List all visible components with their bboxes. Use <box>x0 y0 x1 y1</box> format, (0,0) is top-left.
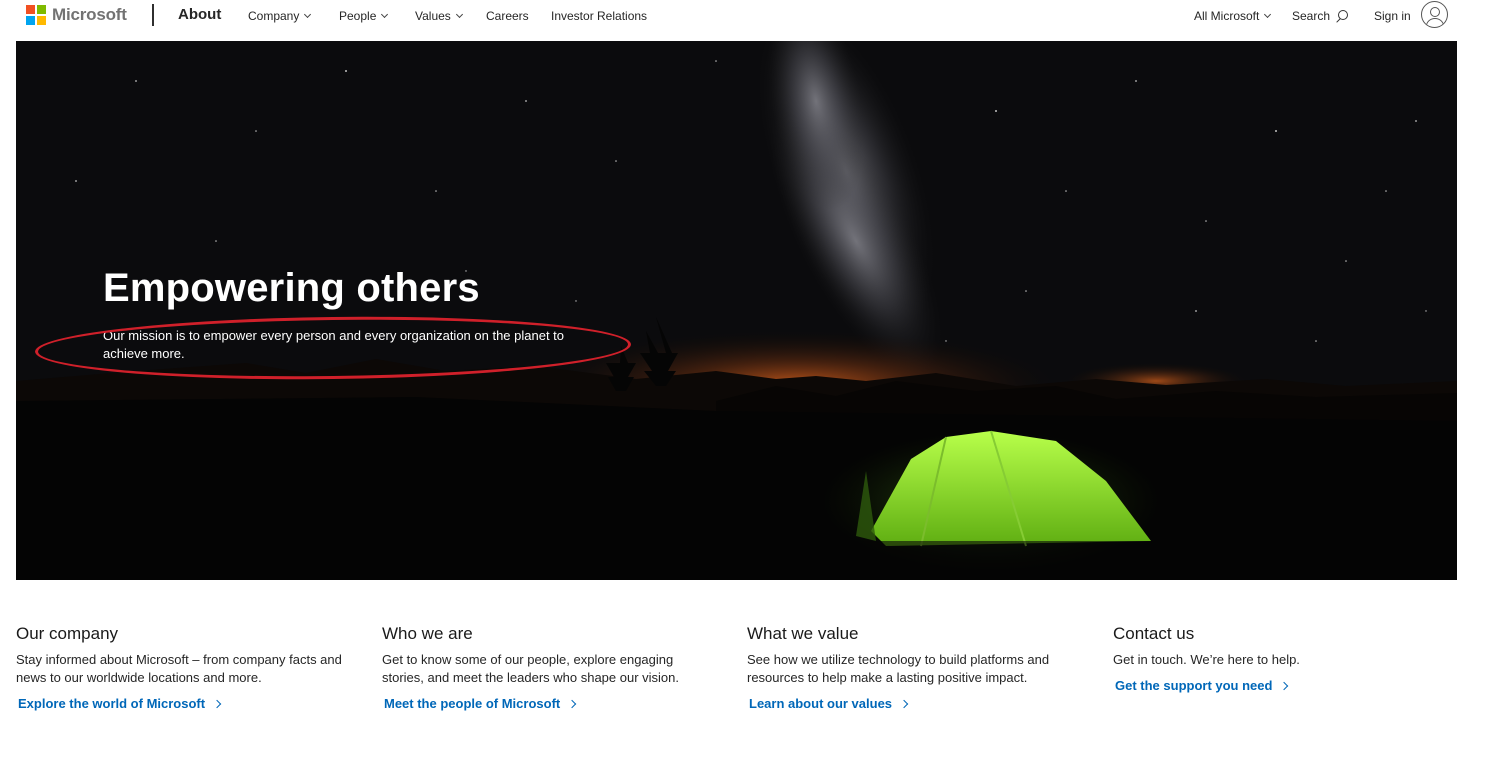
nav-people-label: People <box>339 9 377 23</box>
chevron-right-icon <box>567 699 577 708</box>
nav-values[interactable]: Values <box>415 9 463 23</box>
sign-in-link[interactable]: Sign in <box>1374 9 1411 23</box>
section-title: Who we are <box>382 624 473 643</box>
section-text: Get to know some of our people, explore … <box>382 652 680 685</box>
search-icon <box>1335 9 1349 23</box>
chevron-right-icon <box>899 699 909 708</box>
header-divider <box>152 4 154 26</box>
explore-world-link[interactable]: Explore the world of Microsoft <box>18 696 222 711</box>
get-support-link[interactable]: Get the support you need <box>1115 678 1289 693</box>
chevron-down-icon <box>381 10 389 18</box>
chevron-right-icon <box>212 699 222 708</box>
sign-in-label: Sign in <box>1374 9 1411 23</box>
link-label: Learn about our values <box>749 696 893 711</box>
nav-careers-label: Careers <box>486 9 529 23</box>
section-our-company: Our company Stay informed about Microsof… <box>16 624 346 713</box>
nav-investor-relations[interactable]: Investor Relations <box>551 9 647 23</box>
nav-people[interactable]: People <box>339 9 389 23</box>
hero-banner: Empowering others Our mission is to empo… <box>16 41 1457 580</box>
link-label: Get the support you need <box>1115 678 1273 693</box>
section-contact-us: Contact us Get in touch. We’re here to h… <box>1113 624 1443 695</box>
site-header: Microsoft About Company People Values Ca… <box>0 0 1485 32</box>
nav-investor-relations-label: Investor Relations <box>551 9 648 23</box>
search-button[interactable]: Search <box>1292 9 1349 23</box>
chevron-down-icon <box>1264 10 1272 18</box>
learn-values-link[interactable]: Learn about our values <box>749 696 909 711</box>
nav-company[interactable]: Company <box>248 9 312 23</box>
section-text: Stay informed about Microsoft – from com… <box>16 652 342 685</box>
section-title: Our company <box>16 624 119 643</box>
all-microsoft-menu[interactable]: All Microsoft <box>1194 9 1272 23</box>
site-title[interactable]: About <box>178 6 221 23</box>
section-text: Get in touch. We’re here to help. <box>1113 652 1300 667</box>
section-text: See how we utilize technology to build p… <box>747 652 1050 685</box>
link-label: Explore the world of Microsoft <box>18 696 206 711</box>
nav-values-label: Values <box>415 9 451 23</box>
section-title: What we value <box>747 624 859 643</box>
microsoft-logo-icon <box>26 5 46 25</box>
hero-title: Empowering others <box>103 266 480 310</box>
nav-company-label: Company <box>248 9 300 23</box>
section-title: Contact us <box>1113 624 1195 643</box>
search-label: Search <box>1292 9 1331 23</box>
chevron-down-icon <box>304 10 312 18</box>
account-avatar-icon[interactable] <box>1421 1 1448 28</box>
section-who-we-are: Who we are Get to know some of our peopl… <box>382 624 712 713</box>
chevron-right-icon <box>1280 681 1289 690</box>
meet-people-link[interactable]: Meet the people of Microsoft <box>384 696 577 711</box>
nav-careers[interactable]: Careers <box>486 9 529 23</box>
all-microsoft-label: All Microsoft <box>1194 9 1260 23</box>
logo-text: Microsoft <box>52 5 127 24</box>
section-what-we-value: What we value See how we utilize technol… <box>747 624 1077 713</box>
microsoft-logo[interactable]: Microsoft <box>26 5 127 25</box>
chevron-down-icon <box>455 10 463 18</box>
link-label: Meet the people of Microsoft <box>384 696 561 711</box>
